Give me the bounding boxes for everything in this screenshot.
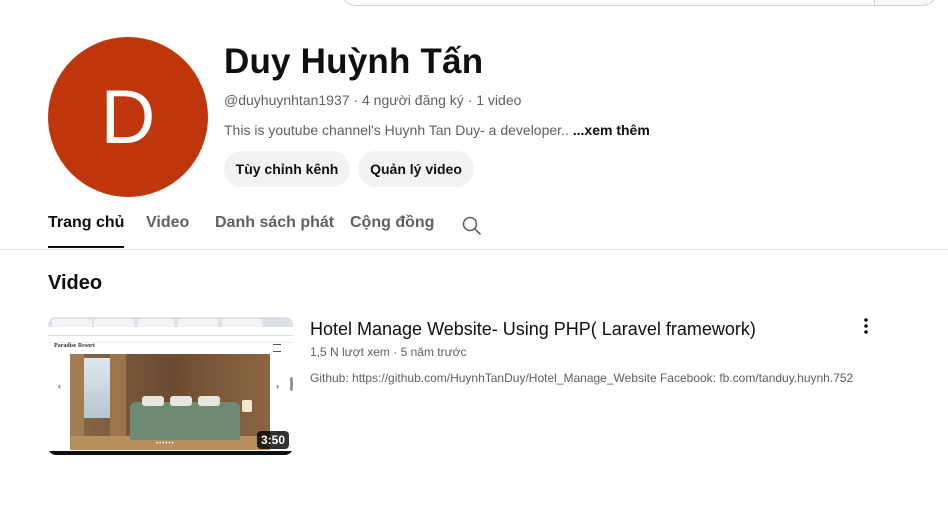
video-thumbnail[interactable]: Paradise Resort ‹ › •••••• 3:50	[48, 317, 293, 455]
customize-channel-button[interactable]: Tùy chỉnh kênh	[224, 151, 350, 187]
see-more-link[interactable]: ...xem thêm	[573, 122, 650, 138]
channel-name: Duy Huỳnh Tấn	[224, 42, 484, 81]
thumbnail-right-arrow-icon: ›	[276, 381, 279, 391]
thumbnail-menu-icon	[273, 344, 281, 352]
manage-videos-button[interactable]: Quản lý video	[358, 151, 474, 187]
video-meta: 1,5 N lượt xem · 5 năm trước	[310, 345, 467, 359]
tab-playlists[interactable]: Danh sách phát	[215, 214, 334, 248]
channel-avatar[interactable]: D	[48, 37, 208, 197]
channel-description: This is youtube channel's Huynh Tan Duy-…	[224, 122, 650, 138]
section-title: Video	[48, 272, 103, 294]
video-description: Github: https://github.com/HuynhTanDuy/H…	[310, 371, 854, 385]
search-button[interactable]	[874, 0, 938, 6]
video-title[interactable]: Hotel Manage Website- Using PHP( Laravel…	[310, 319, 756, 340]
search-input[interactable]	[340, 0, 875, 6]
tab-home[interactable]: Trang chủ	[48, 214, 125, 248]
thumbnail-carousel-dots: ••••••	[156, 441, 175, 447]
video-progress-bar	[48, 451, 293, 455]
thumbnail-left-arrow-icon: ‹	[58, 381, 61, 391]
avatar-letter: D	[100, 74, 156, 160]
tab-videos[interactable]: Video	[146, 214, 189, 248]
video-duration: 3:50	[256, 431, 289, 449]
thumbnail-scrollbar	[290, 377, 293, 391]
channel-meta: @duyhuynhtan1937 · 4 người đăng ký · 1 v…	[224, 92, 522, 108]
thumbnail-room-image	[70, 354, 270, 450]
tab-community[interactable]: Cộng đồng	[350, 214, 434, 248]
more-vert-icon[interactable]	[856, 316, 876, 338]
search-icon[interactable]	[461, 215, 483, 237]
thumbnail-site-title: Paradise Resort	[54, 343, 95, 349]
thumbnail-browser-bar	[48, 317, 293, 327]
description-text: This is youtube channel's Huynh Tan Duy-…	[224, 122, 569, 138]
